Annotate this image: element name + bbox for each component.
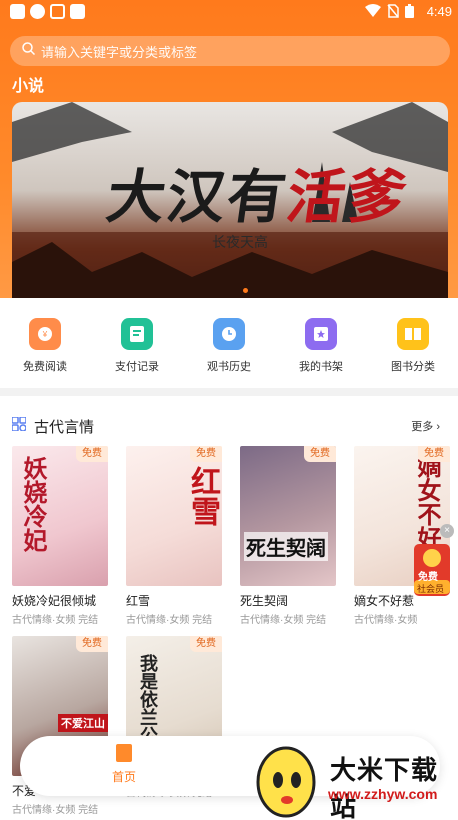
- category-grid-icon: [11, 416, 27, 436]
- tab-home[interactable]: 首页: [112, 744, 136, 785]
- book-title: 死生契阔: [240, 594, 289, 608]
- carousel-indicator[interactable]: [243, 288, 248, 293]
- clock: 4:49: [426, 4, 452, 19]
- promo-banner[interactable]: 大汉有活爹 长夜天高: [12, 102, 448, 298]
- book-cover: 死生契阔 免费: [240, 446, 336, 586]
- site-watermark: 大米下载站 www.zzhyw.com: [250, 740, 458, 820]
- book-cover: 红雪 免费: [126, 446, 222, 586]
- store-icon: [70, 4, 85, 19]
- quick-link-history[interactable]: 观书历史: [194, 318, 264, 374]
- book-meta: 古代情缘·女频 完结: [12, 805, 99, 816]
- battery-icon: [405, 4, 414, 23]
- free-badge: 免费: [190, 446, 222, 462]
- free-badge: 免费: [190, 636, 222, 652]
- book-meta: 古代情缘·女频 完结: [12, 615, 99, 626]
- free-read-icon: ¥: [29, 318, 61, 350]
- bookshelf-star-icon: [305, 318, 337, 350]
- notification-icon: [10, 4, 25, 19]
- banner-author: 长夜天高: [212, 235, 268, 251]
- section-title: 小说: [12, 78, 45, 95]
- book-meta: 古代情缘·女频 完结: [126, 615, 213, 626]
- no-sim-icon: [387, 4, 399, 23]
- book-title: 妖娆冷妃很倾城: [12, 594, 97, 608]
- status-bar: 4:49: [0, 0, 458, 24]
- chevron-right-icon: ›: [436, 421, 440, 433]
- banner-title: 大汉有活爹: [102, 163, 413, 231]
- message-icon: [50, 4, 65, 19]
- search-bar[interactable]: 请输入关键字或分类或标签: [10, 36, 450, 66]
- quick-link-free-read[interactable]: ¥ 免费阅读: [10, 318, 80, 374]
- free-member-float[interactable]: 免费 社会员: [410, 540, 454, 600]
- payment-record-icon: [121, 318, 153, 350]
- list-header: 古代言情: [11, 416, 95, 437]
- home-book-icon: [116, 744, 132, 762]
- history-clock-icon: [213, 318, 245, 350]
- free-badge: 免费: [304, 446, 336, 462]
- free-badge: 免费: [76, 446, 108, 462]
- free-badge: 免费: [76, 636, 108, 652]
- app-notification-icon: [30, 4, 45, 19]
- more-link[interactable]: 更多 ›: [411, 418, 440, 434]
- quick-link-bookshelf[interactable]: 我的书架: [286, 318, 356, 374]
- list-title: 古代言情: [34, 419, 95, 436]
- quick-links: ¥ 免费阅读 支付记录 观书历史 我的书架 图书分类: [0, 298, 458, 388]
- search-placeholder: 请输入关键字或分类或标签: [41, 44, 198, 60]
- book-card[interactable]: 妖娆冷妃 免费 妖娆冷妃很倾城 古代情缘·女频 完结: [12, 446, 108, 626]
- book-card[interactable]: 死生契阔 免费 死生契阔 古代情缘·女频 完结: [240, 446, 336, 626]
- close-float-button[interactable]: ×: [440, 524, 454, 538]
- book-meta: 古代情缘·女频: [354, 615, 418, 626]
- book-meta: 古代情缘·女频 完结: [240, 615, 327, 626]
- book-category-icon: [397, 318, 429, 350]
- quick-link-payment-record[interactable]: 支付记录: [102, 318, 172, 374]
- book-card[interactable]: 红雪 免费 红雪 古代情缘·女频 完结: [126, 446, 222, 626]
- status-indicators: [365, 4, 414, 23]
- svg-text:¥: ¥: [42, 330, 48, 339]
- book-title: 红雪: [126, 594, 151, 608]
- free-badge: 免费: [418, 446, 450, 462]
- rice-mascot-logo: [256, 746, 316, 818]
- book-cover: 妖娆冷妃 免费: [12, 446, 108, 586]
- search-icon: [22, 42, 36, 60]
- wifi-icon: [365, 4, 381, 23]
- quick-link-category[interactable]: 图书分类: [378, 318, 448, 374]
